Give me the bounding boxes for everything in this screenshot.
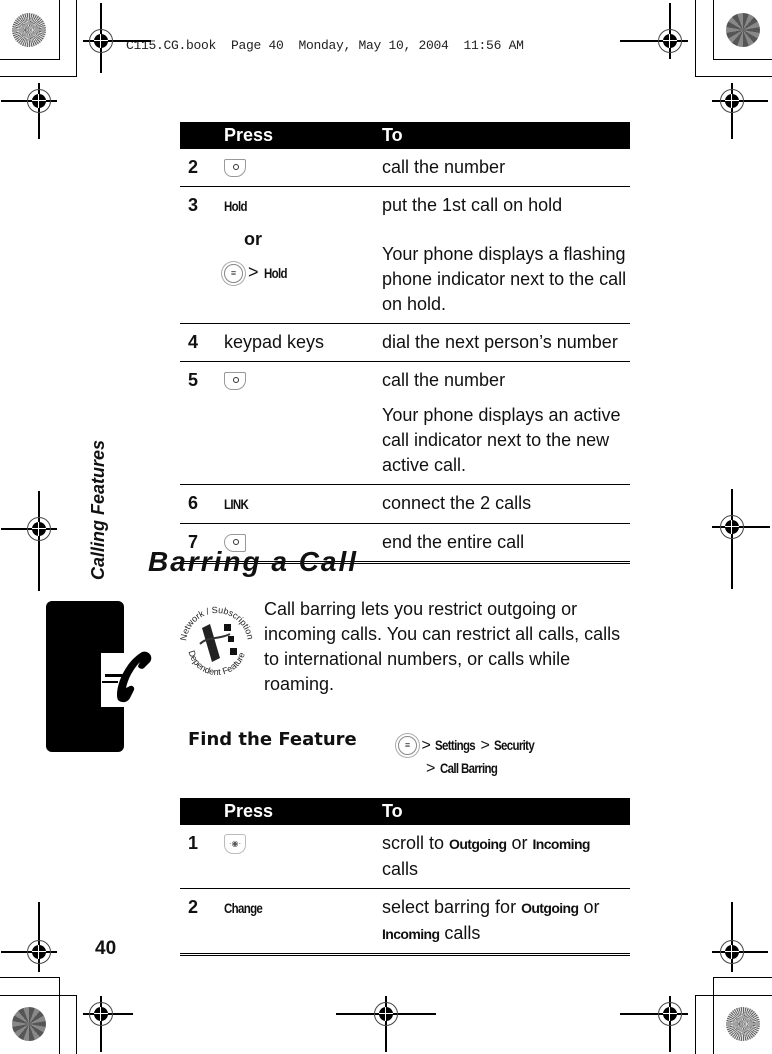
- table-header-row: Press To: [180, 798, 630, 825]
- or-label: or: [244, 229, 262, 249]
- menu-item-security: Security: [494, 737, 535, 753]
- chapter-side-label: Calling Features: [88, 439, 108, 580]
- crop-mark: [0, 995, 76, 996]
- color-target-icon: [12, 13, 46, 47]
- step-note: Your phone displays a flashing phone ind…: [382, 244, 627, 314]
- menu-item-settings: Settings: [435, 737, 476, 753]
- send-key-icon: [224, 159, 246, 178]
- step-action: end the entire call: [382, 523, 630, 564]
- find-the-feature-label: Find the Feature: [188, 729, 357, 750]
- network-subscription-feature-icon: Network / Subscription Dependent Feature: [178, 605, 256, 677]
- outgoing-option: Outgoing: [521, 900, 579, 916]
- feature-menu-path: ≡ > Settings > Security > Call Barring: [398, 734, 543, 780]
- color-target-icon: [726, 1007, 760, 1041]
- section-title: Barring a Call: [148, 546, 359, 577]
- table-row: 1 ·◉· scroll to Outgoing or Incoming cal…: [180, 825, 630, 889]
- step-action: put the 1st call on hold: [382, 195, 563, 215]
- step-number: 5: [180, 361, 224, 485]
- table-row: 6 LINK connect the 2 calls: [180, 484, 630, 524]
- call-barring-steps-table: Press To 1 ·◉· scroll to Outgoing or Inc…: [180, 798, 630, 956]
- phone-handset-icon: [102, 651, 152, 703]
- step-number: 3: [180, 186, 224, 324]
- step-action-text: calls: [382, 859, 419, 879]
- column-header-press: Press: [224, 798, 382, 825]
- crop-mark: [76, 995, 77, 1054]
- step-action-text: scroll to: [382, 833, 450, 853]
- page-number: 40: [95, 938, 117, 959]
- column-header-press: Press: [224, 122, 382, 149]
- step-note: Your phone displays an active call indic…: [382, 405, 621, 475]
- color-target-icon: [726, 13, 760, 47]
- keypad-keys-label: keypad keys: [224, 323, 382, 362]
- section-intro: Call barring lets you restrict outgoing …: [264, 599, 621, 694]
- step-number: 2: [180, 149, 224, 187]
- step-action: call the number: [382, 370, 506, 390]
- incoming-option: Incoming: [532, 836, 590, 852]
- hold-softkey: Hold: [224, 198, 248, 214]
- link-softkey: LINK: [224, 496, 249, 512]
- table-header-row: Press To: [180, 122, 630, 149]
- nav-key-icon: ·◉·: [224, 834, 246, 855]
- crop-mark: [696, 995, 772, 996]
- crop-mark: [76, 0, 77, 77]
- step-number: 4: [180, 323, 224, 362]
- crop-mark: [695, 0, 696, 77]
- path-separator: >: [421, 737, 431, 754]
- change-softkey: Change: [224, 900, 263, 916]
- step-action-text: select barring for: [382, 897, 522, 917]
- crop-mark: [0, 977, 60, 978]
- crop-mark: [59, 977, 60, 1054]
- menu-item-call-barring: Call Barring: [439, 760, 498, 776]
- crop-mark: [0, 76, 76, 77]
- incoming-option: Incoming: [382, 926, 440, 942]
- hold-menu-item: Hold: [263, 265, 288, 281]
- step-number: 6: [180, 484, 224, 524]
- table-row: 4 keypad keys dial the next person’s num…: [180, 323, 630, 362]
- step-action-text: calls: [439, 923, 481, 943]
- outgoing-option: Outgoing: [449, 836, 507, 852]
- crop-mark: [713, 977, 714, 1054]
- path-separator: >: [480, 737, 490, 754]
- step-action: dial the next person’s number: [382, 323, 630, 362]
- path-separator: >: [426, 760, 436, 777]
- step-action-text: or: [578, 897, 600, 917]
- print-header: C115.CG.book Page 40 Monday, May 10, 200…: [126, 38, 524, 53]
- table-row: 2 Change select barring for Outgoing or …: [180, 888, 630, 956]
- crop-mark: [713, 59, 772, 60]
- crop-mark: [713, 0, 714, 60]
- call-steps-table: Press To 2 call the number 3 Hold or ≡ >…: [180, 122, 630, 564]
- step-number: 2: [180, 888, 224, 956]
- menu-key-icon: ≡: [224, 263, 243, 283]
- column-header-to: To: [382, 798, 630, 825]
- crop-mark: [59, 0, 60, 60]
- svg-text:Network / Subscription: Network / Subscription: [178, 605, 256, 642]
- crop-mark: [0, 59, 60, 60]
- step-action: call the number: [382, 149, 630, 187]
- table-row: 5 call the number Your phone displays an…: [180, 361, 630, 485]
- menu-key-icon: ≡: [398, 736, 417, 756]
- table-row: 3 Hold or ≡ > Hold put the 1st call on h…: [180, 186, 630, 324]
- path-separator: >: [248, 262, 259, 282]
- step-number: 1: [180, 825, 224, 889]
- column-header-to: To: [382, 122, 630, 149]
- color-target-icon: [12, 1007, 46, 1041]
- send-key-icon: [224, 372, 246, 391]
- crop-mark: [696, 76, 772, 77]
- step-action-text: or: [506, 833, 533, 853]
- table-row: 2 call the number: [180, 149, 630, 187]
- crop-mark: [695, 995, 696, 1054]
- step-action: connect the 2 calls: [382, 484, 630, 524]
- crop-mark: [713, 977, 772, 978]
